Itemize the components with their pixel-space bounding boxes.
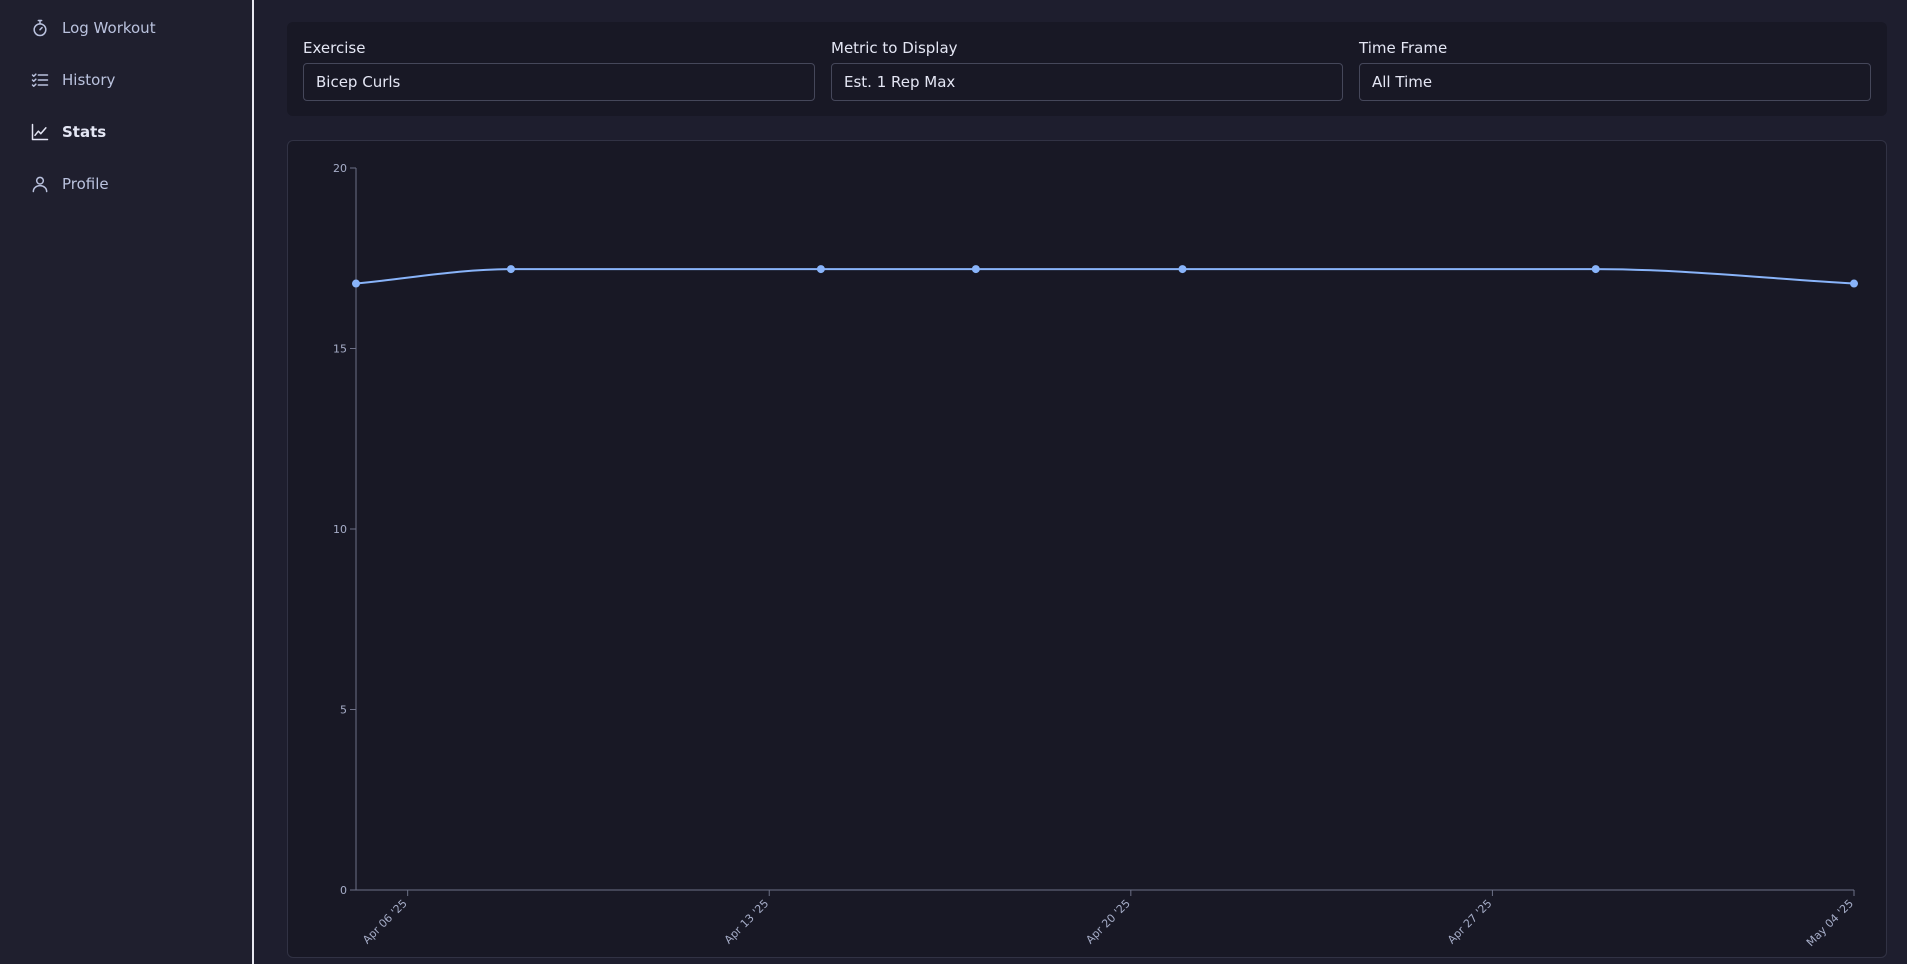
sidebar-item-label: Profile <box>62 175 109 193</box>
user-icon <box>30 174 50 194</box>
sidebar-item-profile[interactable]: Profile <box>30 169 109 199</box>
data-point <box>352 279 360 288</box>
main-content: Exercise Bicep Curls Metric to Display E… <box>254 0 1907 964</box>
timeframe-filter: Time Frame All Time <box>1359 39 1871 101</box>
line-chart: 0 5 10 15 20 Apr 06 '25 Apr 13 '25 Apr 20 '25 Ap… <box>333 162 1858 949</box>
sidebar: Log Workout History Stats Profile <box>0 0 254 964</box>
sidebar-item-label: Stats <box>62 123 107 141</box>
data-point <box>1850 279 1858 288</box>
app-root: Log Workout History Stats Profile Exerci… <box>0 0 1907 964</box>
y-tick-label: 20 <box>333 162 347 175</box>
sidebar-item-label: Log Workout <box>62 19 156 37</box>
line-chart-icon <box>30 122 50 142</box>
x-tick-label: Apr 06 '25 <box>360 897 410 947</box>
x-tick-label: Apr 27 '25 <box>1445 897 1495 947</box>
exercise-select[interactable]: Bicep Curls <box>303 63 815 101</box>
y-tick-label: 15 <box>333 343 347 356</box>
timeframe-select[interactable]: All Time <box>1359 63 1871 101</box>
sidebar-item-stats[interactable]: Stats <box>30 117 106 147</box>
exercise-filter: Exercise Bicep Curls <box>303 39 815 101</box>
checklist-icon <box>30 70 50 90</box>
x-tick-label: Apr 13 '25 <box>722 897 772 947</box>
stopwatch-icon <box>30 18 50 38</box>
y-tick-label: 10 <box>333 523 347 536</box>
exercise-label: Exercise <box>303 39 366 57</box>
x-tick-label: May 04 '25 <box>1804 897 1856 949</box>
x-tick-label: Apr 20 '25 <box>1083 897 1133 947</box>
metric-label: Metric to Display <box>831 39 958 57</box>
data-point <box>1591 265 1600 274</box>
filters-panel: Exercise Bicep Curls Metric to Display E… <box>287 22 1887 116</box>
data-point <box>971 265 980 274</box>
data-point <box>506 265 515 274</box>
data-point <box>816 265 825 274</box>
y-tick-label: 5 <box>340 704 347 717</box>
metric-filter: Metric to Display Est. 1 Rep Max <box>831 39 1343 101</box>
timeframe-label: Time Frame <box>1359 39 1448 57</box>
sidebar-item-label: History <box>62 71 116 89</box>
chart-card: 0 5 10 15 20 Apr 06 '25 Apr 13 '25 Apr 20 '25 Ap… <box>287 140 1887 958</box>
metric-select[interactable]: Est. 1 Rep Max <box>831 63 1343 101</box>
y-tick-label: 0 <box>340 884 347 897</box>
data-point <box>1178 265 1187 274</box>
sidebar-item-log-workout[interactable]: Log Workout <box>30 13 156 43</box>
sidebar-item-history[interactable]: History <box>30 65 115 95</box>
series-line <box>355 268 1855 285</box>
